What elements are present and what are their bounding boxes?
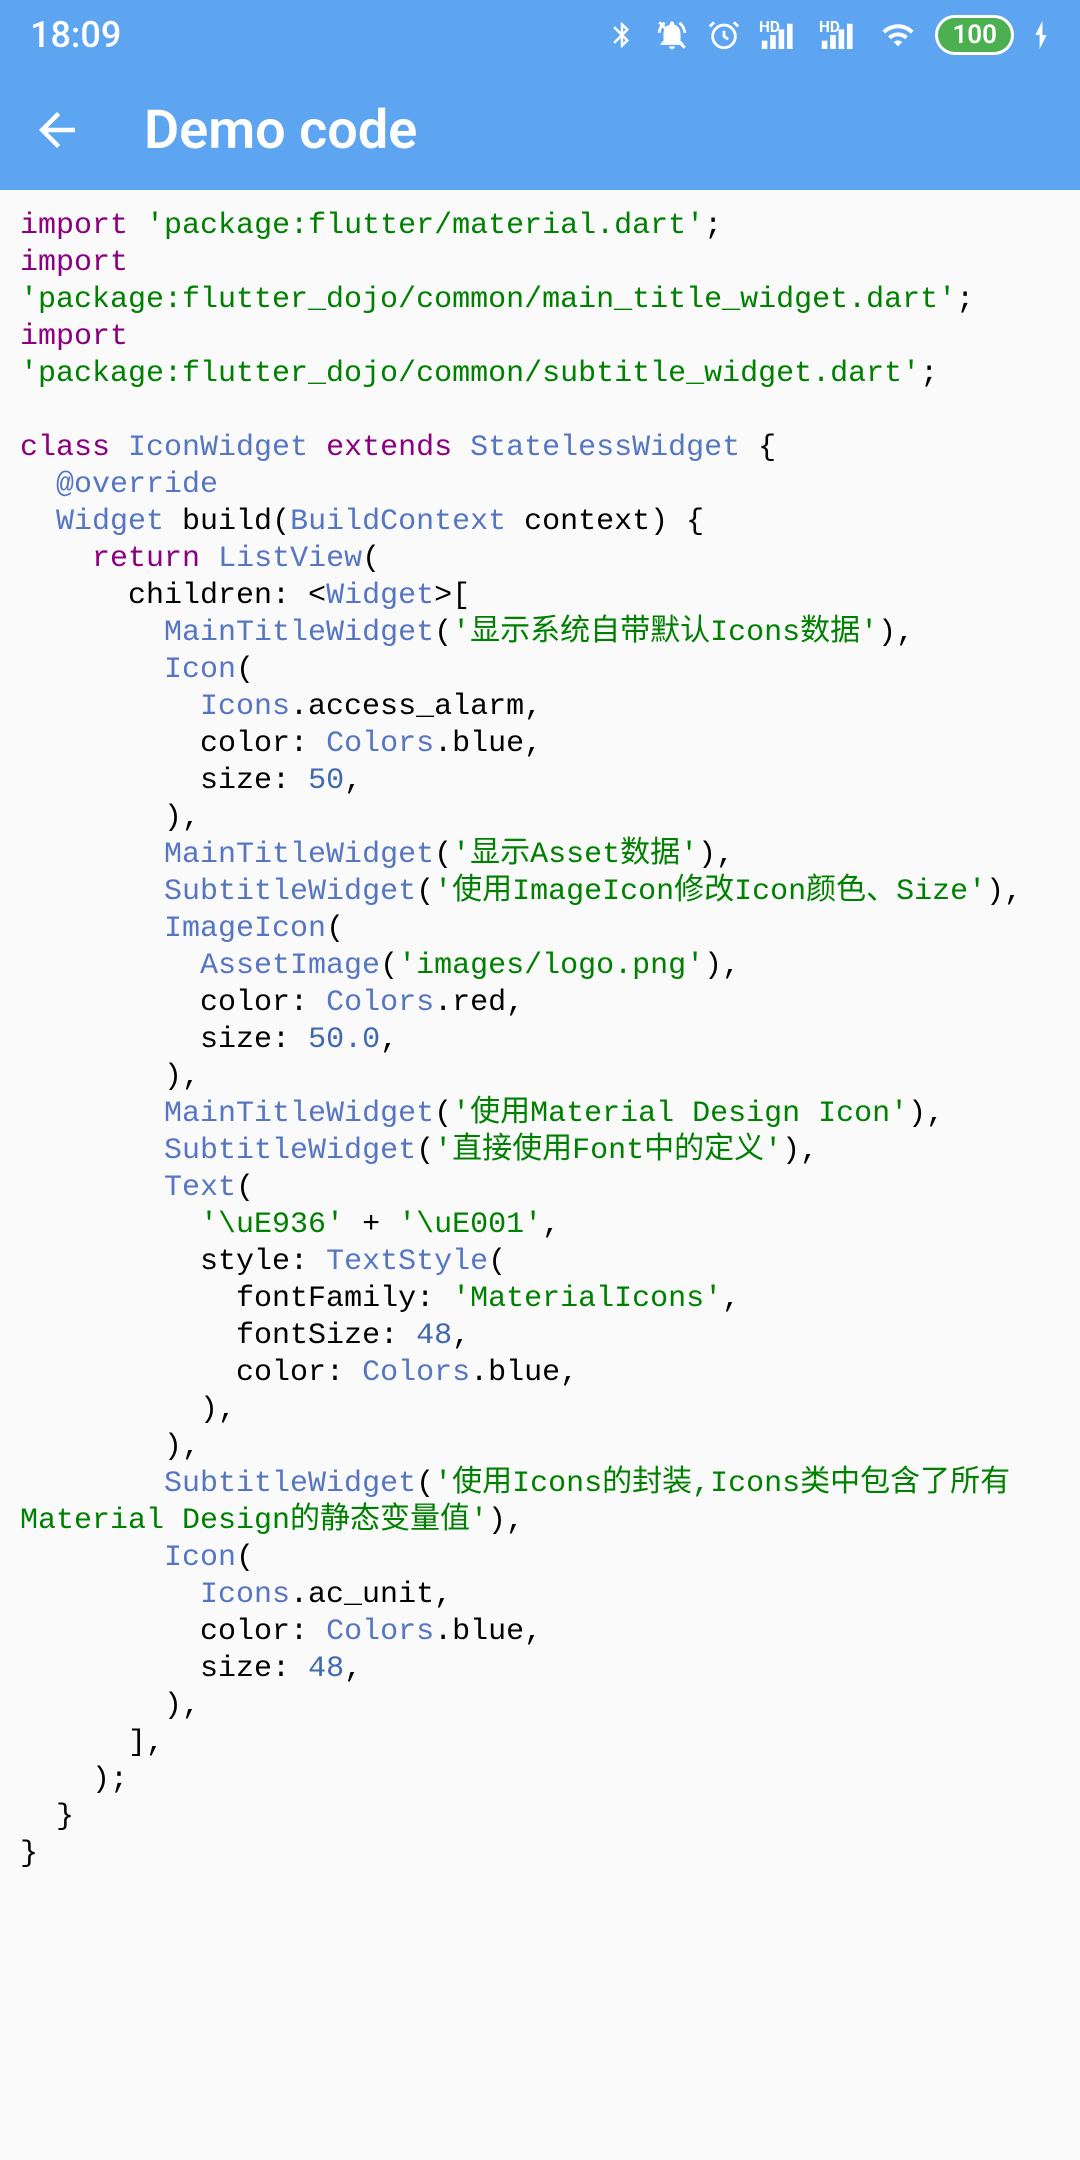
battery-indicator: 100 [935, 15, 1014, 55]
alarm-icon [707, 18, 741, 52]
back-button[interactable] [30, 103, 84, 157]
mute-icon [655, 18, 689, 52]
signal-hd-2-icon: HD [819, 18, 861, 52]
bluetooth-icon [607, 16, 637, 54]
status-bar: 18:09 HD HD 100 [0, 0, 1080, 70]
app-title: Demo code [144, 99, 417, 162]
charging-icon [1032, 18, 1050, 52]
battery-level: 100 [952, 20, 997, 50]
svg-text:HD: HD [819, 18, 840, 36]
arrow-back-icon [30, 103, 84, 157]
app-bar: Demo code [0, 70, 1080, 190]
status-icons: HD HD 100 [607, 15, 1050, 55]
status-time: 18:09 [30, 14, 121, 56]
svg-text:HD: HD [759, 18, 780, 36]
signal-hd-1-icon: HD [759, 18, 801, 52]
code-viewer[interactable]: import 'package:flutter/material.dart'; … [0, 190, 1080, 1891]
wifi-icon [879, 18, 917, 52]
